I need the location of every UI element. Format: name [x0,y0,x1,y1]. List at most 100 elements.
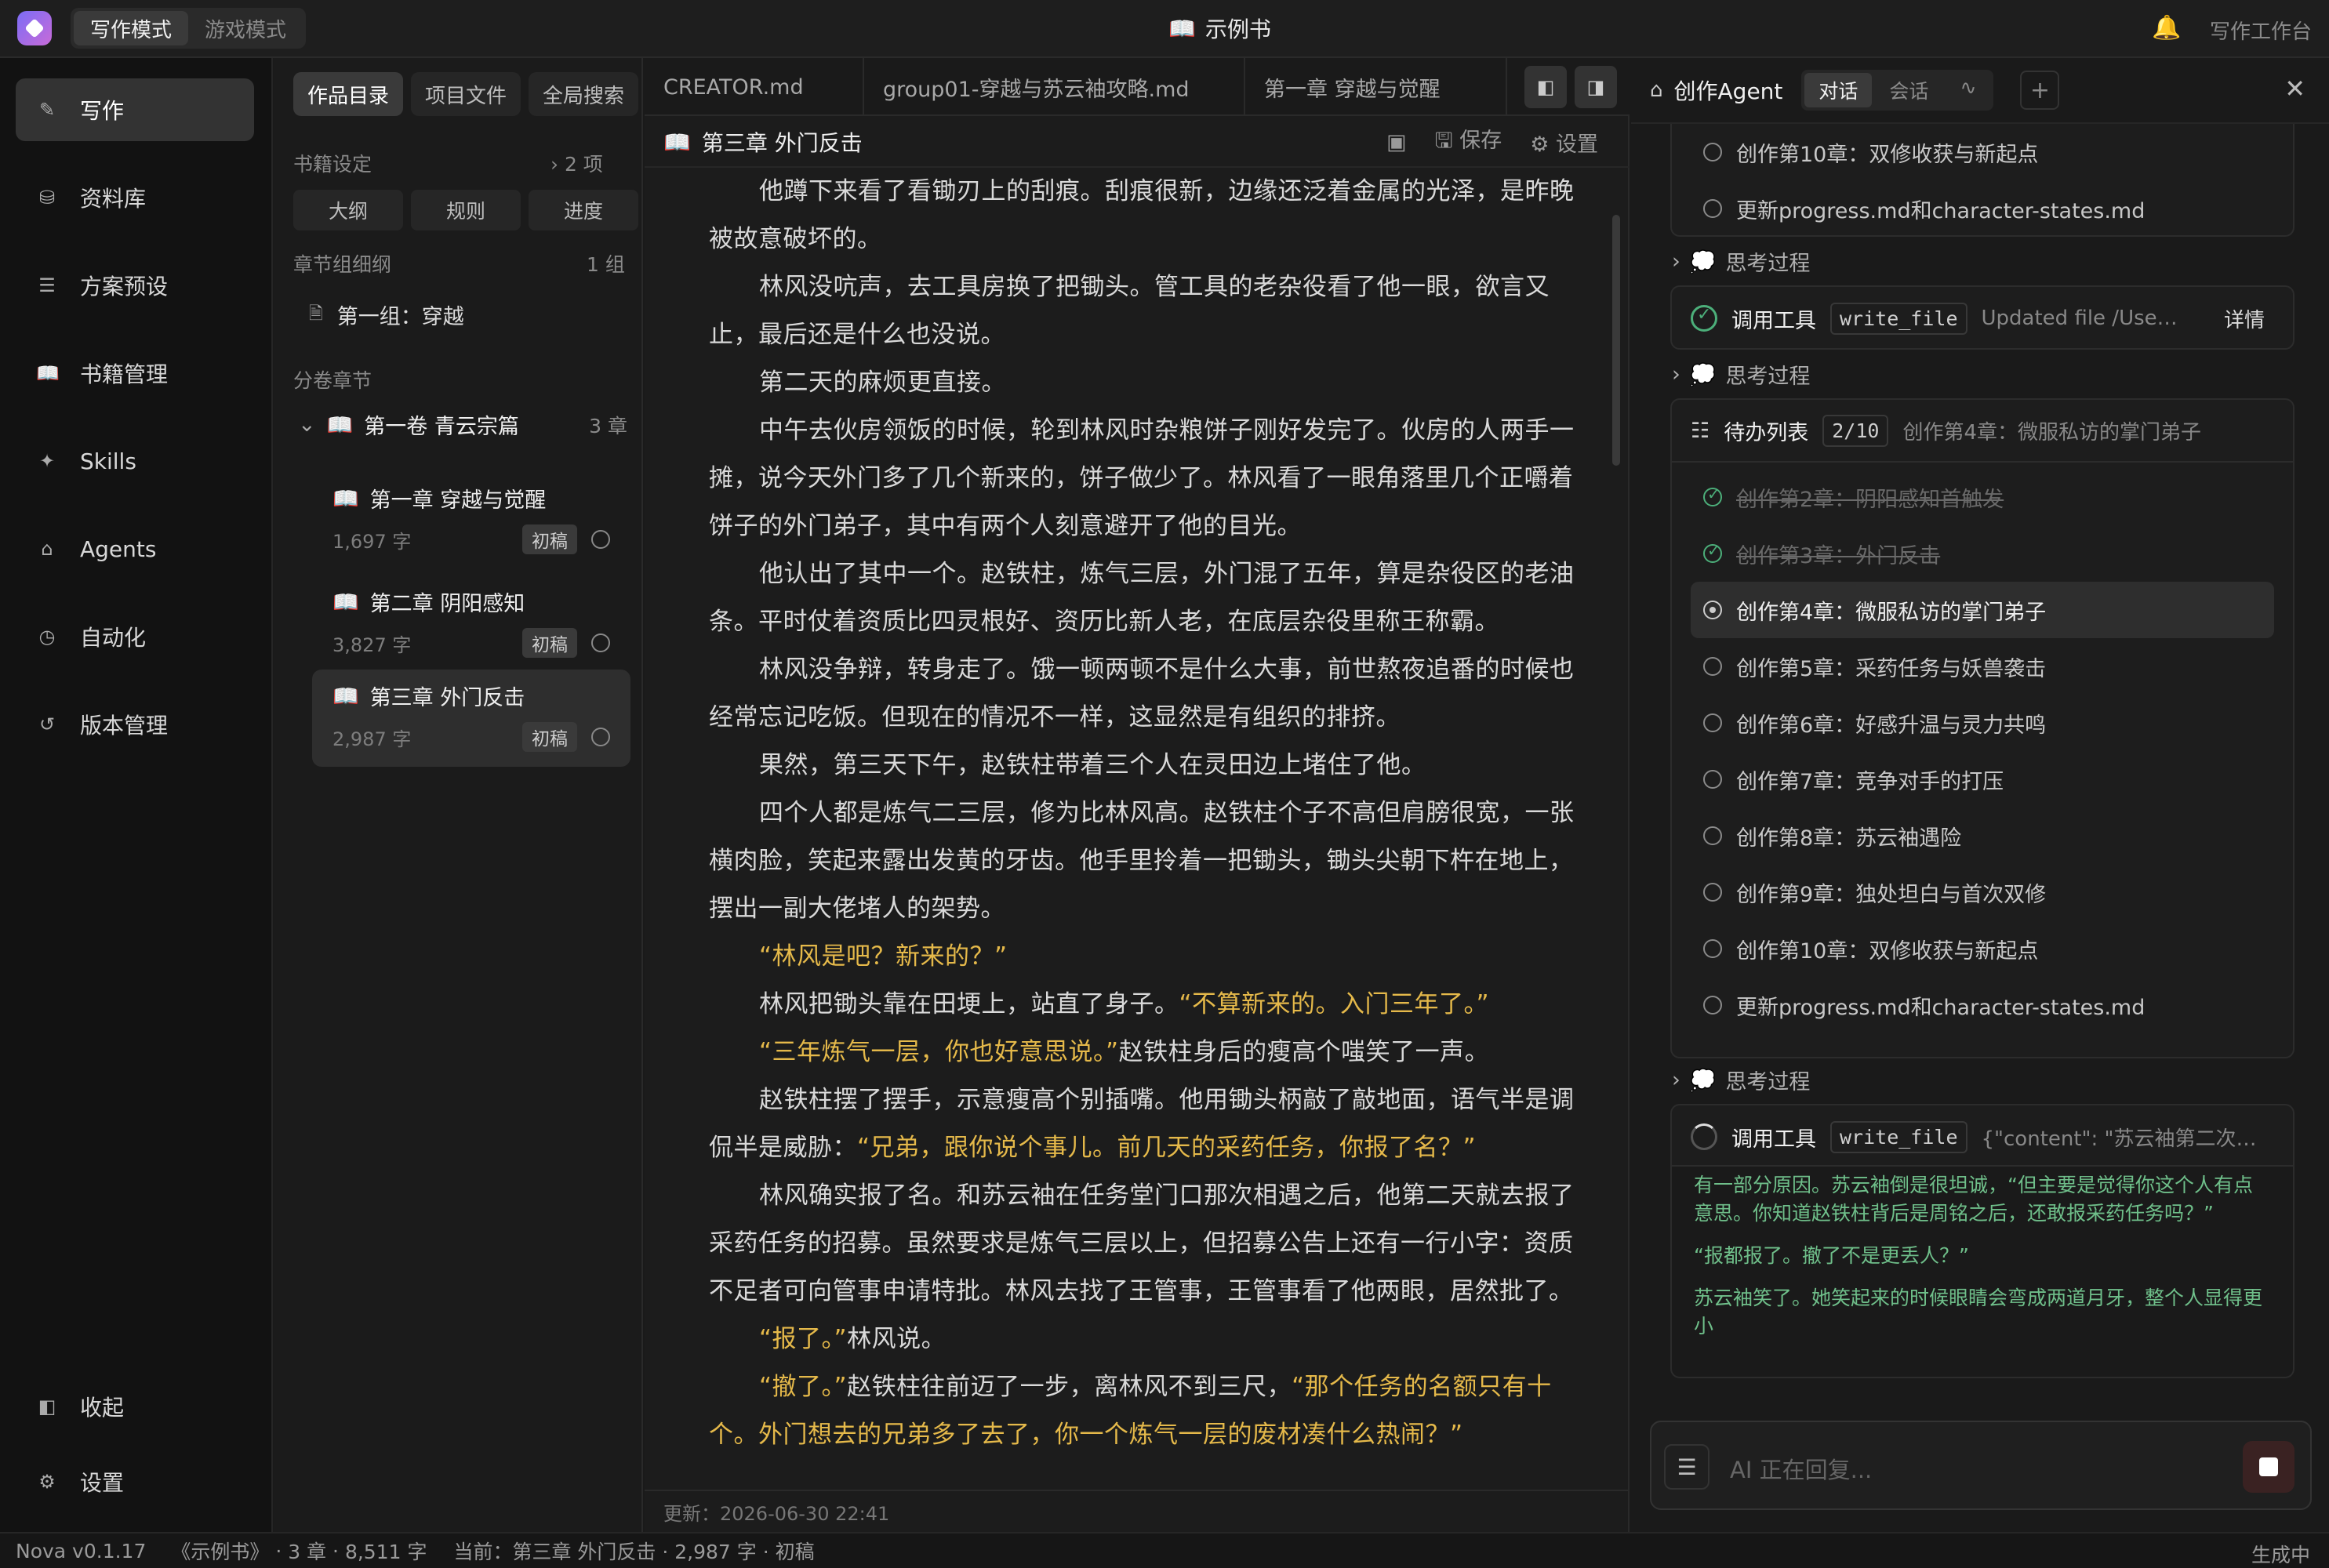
narrative-text: 果然，第三天下午，赵铁柱带着三个人在灵田边上堵住了他。 [759,751,1426,779]
todo-item: 创作第10章：双修收获与新起点 [1672,124,2293,180]
settings-button[interactable]: ⚙ 设置 [16,1450,254,1513]
nav-label: 版本管理 [80,713,169,739]
book-icon: 📖 [332,684,359,709]
nav-item-skills[interactable]: ✦ Skills [16,430,254,492]
group-item[interactable]: 🗎 第一组：穿越 [309,299,464,330]
status-state: 生成中 [2251,1544,2310,1566]
todo-list: 创作第2章：阴阳感知首触发创作第3章：外门反击创作第4章：微服私访的掌门弟子创作… [1672,463,2293,1033]
doc-header: 📖 第三章 外门反击 ▣ 🖫 保存 ⚙ 设置 [645,118,1630,168]
streaming-output: 有一部分原因。苏云袖倒是很坦诚，“但主要是觉得你这个人有点意思。你知道赵铁柱背后… [1670,1165,2294,1378]
settings-label: 设置 [80,1470,125,1496]
tree-tabs: 作品目录 项目文件 全局搜索 [293,72,639,116]
status-circle-icon[interactable] [591,633,610,652]
close-icon[interactable]: ✕ [2284,74,2305,103]
pill-rules[interactable]: 规则 [411,190,521,230]
check-circle-icon [1691,305,1717,332]
app-logo[interactable] [17,11,52,45]
workbench-label[interactable]: 写作工作台 [2210,16,2312,45]
image-icon[interactable]: ▣ [1386,130,1407,154]
dialogue-text: “不算新来的。入门三年了。” [1179,990,1490,1018]
split-right-icon[interactable]: ◨ [1575,66,1617,108]
nav-label: 资料库 [80,186,147,212]
chat-input[interactable]: AI 正在回复... [1730,1452,1872,1485]
volume-row[interactable]: ⌄ 📖 第一卷 青云宗篇 3 章 [298,409,627,440]
file-tab[interactable]: 第一章 穿越与觉醒 [1245,58,1507,116]
chapter-words: 2,987 字 [332,728,412,750]
narrative-text: 林风把锄头靠在田埂上，站直了身子。 [759,990,1179,1018]
stop-button[interactable] [2243,1441,2294,1493]
chapter-item[interactable]: 📖 第一章 穿越与觉醒 1,697 字 初稿 [312,472,630,569]
new-session-button[interactable]: + [2020,71,2060,110]
pill-outline[interactable]: 大纲 [293,190,403,230]
nav-item-automation[interactable]: ◷ 自动化 [16,605,254,668]
doc-settings-button[interactable]: ⚙ 设置 [1530,127,1598,158]
split-left-icon[interactable]: ◧ [1524,66,1567,108]
dialogue-text: “三年炼气一层，你也好意思说。” [759,1038,1119,1066]
paragraph: 林风没吭声，去工具房换了把锄头。管工具的老杂役看了他一眼，欲言又止，最后还是什么… [709,263,1579,359]
circle-icon [1703,826,1722,845]
bell-icon[interactable]: 🔔 [2152,14,2181,42]
activity-icon[interactable]: ∿ [1946,73,1990,107]
document-body[interactable]: 他蹲下来看了看锄刃上的刮痕。刮痕很新，边缘还泛着金属的光泽，是昨晚被故意破坏的。… [709,168,1579,1532]
narrative-text: 林风没争辩，转身走了。饿一顿两顿不是什么大事，前世熬夜追番的时候也经常忘记吃饭。… [709,655,1575,731]
check-circle-icon [1703,485,1722,506]
book-icon: 📖 [326,412,354,437]
chapter-item-active[interactable]: 📖 第三章 外门反击 2,987 字 初稿 [312,670,630,767]
collapse-button[interactable]: ◧ 收起 [16,1375,254,1438]
paragraph: “三年炼气一层，你也好意思说。”赵铁柱身后的瘦高个嗤笑了一声。 [709,1029,1579,1076]
nav-item-versions[interactable]: ↺ 版本管理 [16,693,254,756]
thinking-toggle[interactable]: › 💭 思考过程 [1672,359,1810,390]
group-count: 1 组 [587,253,625,276]
thinking-toggle[interactable]: › 💭 思考过程 [1672,246,1810,277]
status-circle-icon[interactable] [591,728,610,746]
paragraph: 第二天的麻烦更直接。 [709,359,1579,407]
circle-icon [1703,939,1722,958]
nav-item-library[interactable]: ⛁ 资料库 [16,166,254,229]
book-settings-count[interactable]: › 2 项 [550,149,603,177]
details-button[interactable]: 详情 [2224,304,2293,333]
tab-chat[interactable]: 对话 [1804,73,1873,107]
todo-item: 创作第7章：竞争对手的打压 [1672,751,2293,808]
list-icon[interactable]: ☰ [1664,1444,1710,1490]
dialogue-text: “撤了。” [759,1373,848,1401]
list-icon: ☷ [1691,418,1710,443]
history-icon: ↺ [38,713,56,735]
pill-progress[interactable]: 进度 [529,190,638,230]
todo-list-card: ☷ 待办列表 2/10 创作第4章：微服私访的掌门弟子 创作第2章：阴阳感知首触… [1670,398,2294,1058]
nav-item-books[interactable]: 📖 书籍管理 [16,342,254,405]
file-tab[interactable]: group01-穿越与苏云袖攻略.md [864,58,1245,116]
mode-writing-button[interactable]: 写作模式 [74,11,188,45]
narrative-text: 中午去伙房领饭的时候，轮到林风时杂粮饼子刚好发完了。伙房的人两手一摊，说今天外门… [709,416,1575,540]
dialogue-text: “报了。” [759,1325,848,1353]
tab-sessions[interactable]: 会话 [1875,73,1942,107]
todo-item: 创作第6章：好感升温与灵力共鸣 [1672,695,2293,751]
thinking-toggle[interactable]: › 💭 思考过程 [1672,1065,1810,1095]
check-circle-icon [1703,541,1722,563]
tool-desc: {"content": "苏云袖第二次… [1981,1127,2256,1151]
tab-global-search[interactable]: 全局搜索 [529,72,639,116]
paragraph: 赵铁柱摆了摆手，示意瘦高个别插嘴。他用锄头柄敲了敲地面，语气半是调侃半是威胁：“… [709,1076,1579,1172]
tab-catalog[interactable]: 作品目录 [293,72,404,116]
agent-header: ⌂ 创作Agent 对话 会话 ∿ + ✕ [1631,58,2329,124]
nav-label: 书籍管理 [80,361,169,387]
chapter-item[interactable]: 📖 第二章 阴阳感知 3,827 字 初稿 [312,575,630,673]
narrative-text: 赵铁柱身后的瘦高个嗤笑了一声。 [1118,1038,1490,1066]
save-button[interactable]: 🖫 保存 [1435,123,1502,162]
mode-game-button[interactable]: 游戏模式 [188,11,303,45]
circle-icon [1703,713,1722,732]
nav-item-agents[interactable]: ⌂ Agents [16,517,254,580]
status-badge: 初稿 [522,722,577,752]
status-circle-icon[interactable] [591,530,610,549]
nav-item-writing[interactable]: ✎ 写作 [16,78,254,141]
nav-item-presets[interactable]: ☰ 方案预设 [16,254,254,317]
robot-icon: ⌂ [41,538,53,560]
file-tab[interactable]: CREATOR.md [645,58,864,116]
tab-project-files[interactable]: 项目文件 [411,72,521,116]
tool-name: write_file [1830,1120,1967,1153]
circle-icon [1703,770,1722,789]
editor-panel: CREATOR.md group01-穿越与苏云袖攻略.md 第一章 穿越与觉醒… [645,58,1630,1532]
stream-line: 苏云袖笑了。她笑起来的时候眼睛会弯成两道月牙，整个人显得更小 [1694,1287,2263,1338]
todo-label: 创作第8章：苏云袖遇险 [1736,826,1962,851]
todo-item: 更新progress.md和character-states.md [1672,977,2293,1033]
editor-scrollbar[interactable] [1612,215,1620,466]
